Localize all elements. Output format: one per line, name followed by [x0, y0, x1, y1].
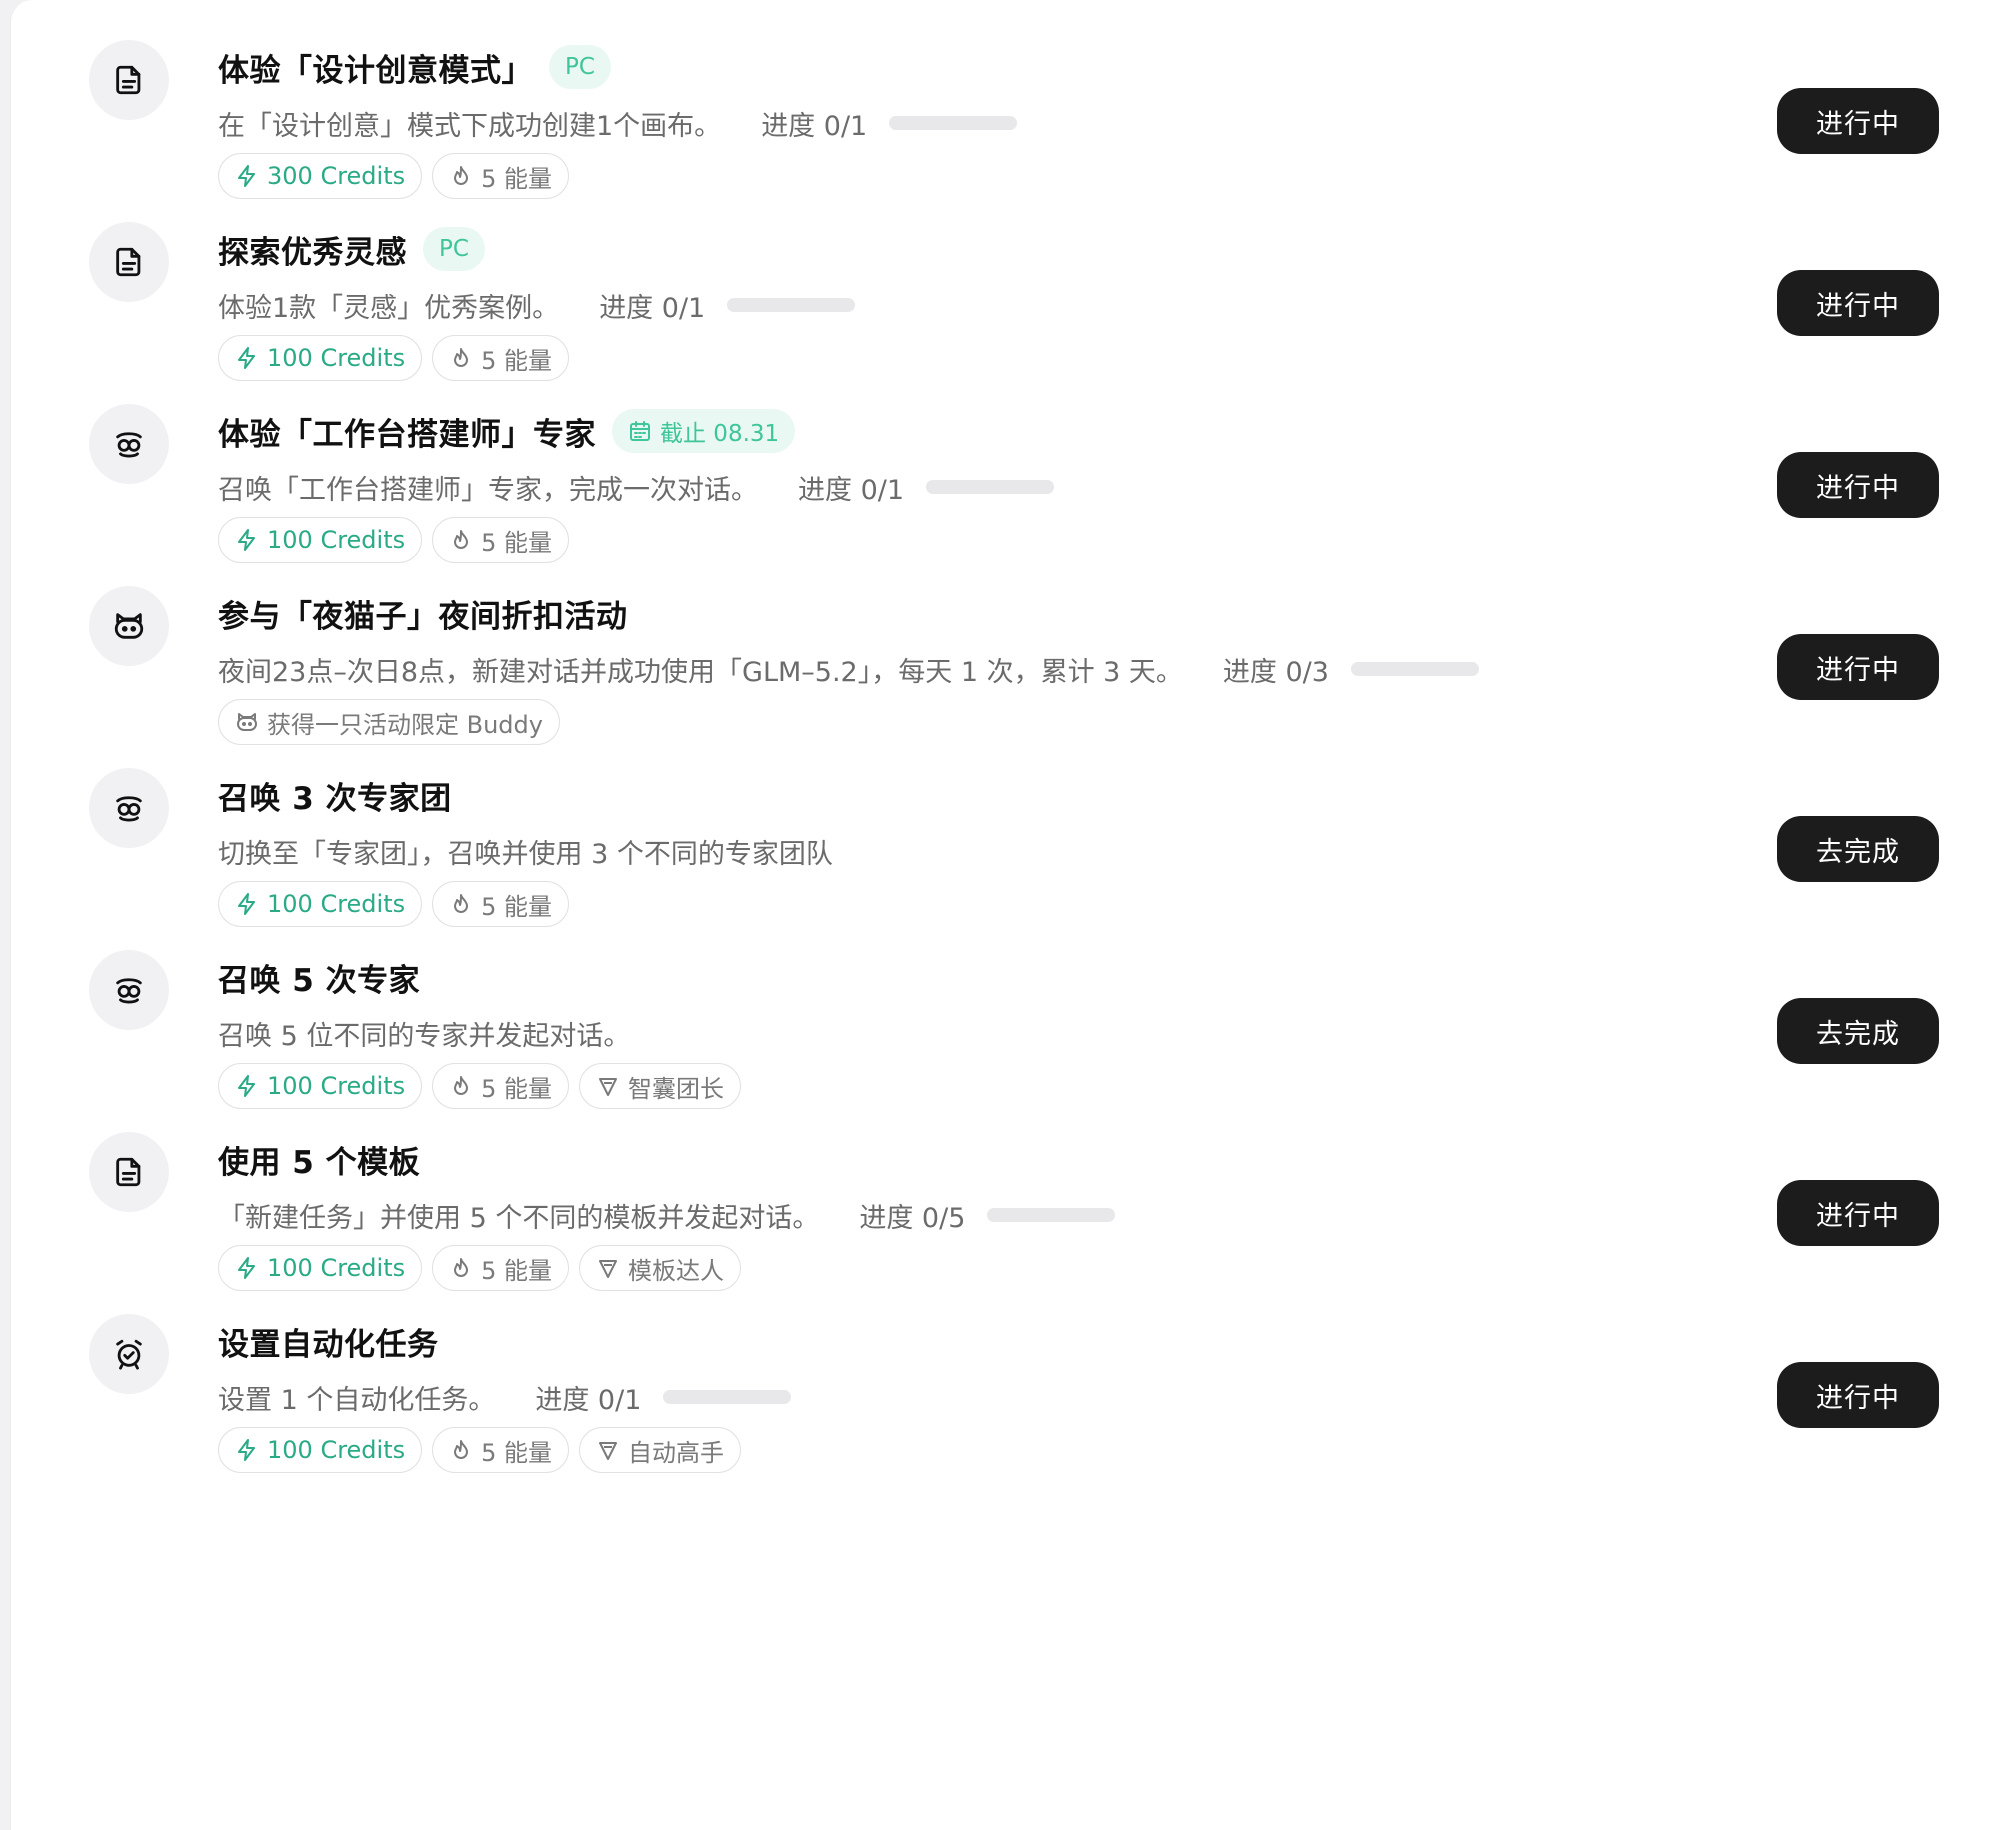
in-progress-button[interactable]: 进行中	[1777, 1180, 1939, 1246]
cat-icon	[89, 586, 169, 666]
tag-text: PC	[565, 54, 595, 80]
task-title: 召唤 5 次专家	[218, 962, 421, 999]
in-progress-button[interactable]: 进行中	[1777, 634, 1939, 700]
go-complete-button[interactable]: 去完成	[1777, 816, 1939, 882]
task-description: 体验1款「灵感」优秀案例。	[218, 292, 560, 324]
task-title: 设置自动化任务	[218, 1326, 439, 1363]
expert-icon	[89, 768, 169, 848]
task-description-row: 设置 1 个自动化任务。 进度 0/1	[218, 1374, 792, 1420]
task-description: 切换至「专家团」，召唤并使用 3 个不同的专家团队	[218, 838, 833, 870]
task-description-row: 夜间23点–次日8点，新建对话并成功使用「GLM–5.2」，每天 1 次，累计 …	[218, 646, 1479, 692]
alarm-clock-icon	[89, 1314, 169, 1394]
badge-icon	[596, 1438, 620, 1462]
tag-text: PC	[439, 236, 469, 262]
platform-tag: PC	[423, 227, 485, 271]
progress-label: 进度 0/3	[1222, 656, 1329, 688]
task-description-row: 在「设计创意」模式下成功创建1个画布。 进度 0/1	[218, 100, 1018, 146]
task-description-row: 切换至「专家团」，召唤并使用 3 个不同的专家团队	[218, 828, 833, 874]
document-icon	[89, 222, 169, 302]
progress-bar	[663, 1390, 792, 1404]
task-description: 召唤 5 位不同的专家并发起对话。	[218, 1020, 631, 1052]
energy-reward-chip: 5 能量	[432, 1427, 570, 1473]
progress-label: 进度 0/1	[798, 474, 905, 506]
progress-bar	[727, 298, 856, 312]
flame-icon	[449, 1438, 473, 1462]
expert-icon	[89, 404, 169, 484]
task-description-row: 召唤「工作台搭建师」专家，完成一次对话。 进度 0/1	[218, 464, 1055, 510]
task-title: 探索优秀灵感	[218, 234, 407, 271]
task-item: 设置自动化任务设置 1 个自动化任务。 进度 0/1 100 Credits 5 能量…	[11, 1266, 1998, 1498]
progress-label: 进度 0/1	[535, 1384, 642, 1416]
task-title-row: 召唤 5 次专家	[218, 952, 420, 1002]
progress-label: 进度 0/1	[599, 292, 706, 324]
reward-text: 5 能量	[481, 1438, 553, 1467]
calendar-icon	[628, 419, 652, 443]
reward-text: 100 Credits	[267, 1436, 406, 1464]
document-icon	[89, 1132, 169, 1212]
progress-bar	[889, 116, 1018, 130]
bolt-icon	[235, 1438, 259, 1462]
task-title-row: 体验「工作台搭建师」专家 截止 08.31	[218, 406, 796, 456]
task-title: 体验「工作台搭建师」专家	[218, 416, 596, 453]
in-progress-button[interactable]: 进行中	[1777, 1362, 1939, 1428]
task-title-row: 召唤 3 次专家团	[218, 770, 452, 820]
reward-chips: 100 Credits 5 能量 自动高手	[218, 1426, 742, 1474]
platform-tag: PC	[549, 45, 611, 89]
task-title-row: 使用 5 个模板	[218, 1134, 420, 1184]
progress-bar	[987, 1208, 1116, 1222]
progress-bar	[1350, 662, 1479, 676]
expert-icon	[89, 950, 169, 1030]
progress-bar	[926, 480, 1055, 494]
task-title: 召唤 3 次专家团	[218, 780, 452, 817]
progress-label: 进度 0/5	[859, 1202, 966, 1234]
task-description-row: 「新建任务」并使用 5 个不同的模板并发起对话。 进度 0/5	[218, 1192, 1116, 1238]
task-title-row: 设置自动化任务	[218, 1316, 439, 1366]
in-progress-button[interactable]: 进行中	[1777, 270, 1939, 336]
task-title: 体验「设计创意模式」	[218, 52, 533, 89]
task-description-row: 体验1款「灵感」优秀案例。 进度 0/1	[218, 282, 856, 328]
badge-reward-chip: 自动高手	[579, 1427, 742, 1473]
progress-label: 进度 0/1	[761, 110, 868, 142]
task-title-row: 参与「夜猫子」夜间折扣活动	[218, 588, 628, 638]
document-icon	[89, 40, 169, 120]
task-title-row: 体验「设计创意模式」 PC	[218, 42, 611, 92]
in-progress-button[interactable]: 进行中	[1777, 88, 1939, 154]
deadline-tag: 截止 08.31	[612, 409, 796, 453]
in-progress-button[interactable]: 进行中	[1777, 452, 1939, 518]
tag-text: 截止 08.31	[660, 421, 780, 447]
credits-reward-chip: 100 Credits	[218, 1427, 423, 1473]
task-description: 召唤「工作台搭建师」专家，完成一次对话。	[218, 474, 758, 506]
task-description-row: 召唤 5 位不同的专家并发起对话。	[218, 1010, 630, 1056]
task-title-row: 探索优秀灵感 PC	[218, 224, 485, 274]
task-title: 使用 5 个模板	[218, 1144, 421, 1181]
task-list-panel: 体验「设计创意模式」 PC 在「设计创意」模式下成功创建1个画布。 进度 0/1 300…	[10, 0, 1998, 1830]
task-description: 设置 1 个自动化任务。	[218, 1384, 496, 1416]
go-complete-button[interactable]: 去完成	[1777, 998, 1939, 1064]
task-description: 夜间23点–次日8点，新建对话并成功使用「GLM–5.2」，每天 1 次，累计 …	[218, 656, 1183, 688]
task-description: 在「设计创意」模式下成功创建1个画布。	[218, 110, 722, 142]
task-title: 参与「夜猫子」夜间折扣活动	[218, 598, 628, 635]
task-description: 「新建任务」并使用 5 个不同的模板并发起对话。	[218, 1202, 820, 1234]
reward-text: 自动高手	[628, 1438, 725, 1467]
